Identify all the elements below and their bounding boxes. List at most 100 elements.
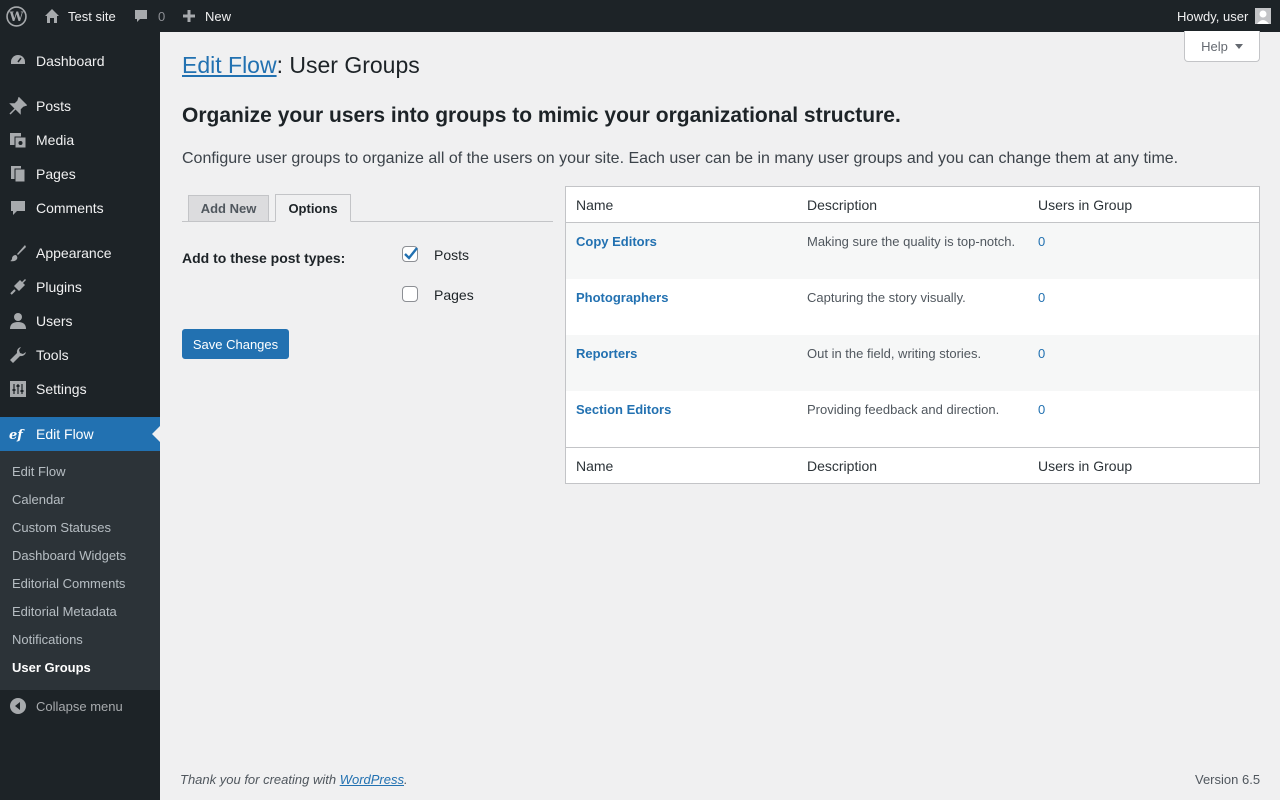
sidebar-item-label: Users <box>36 313 73 329</box>
group-name-link[interactable]: Section Editors <box>576 402 671 417</box>
group-user-count-link[interactable]: 0 <box>1038 346 1045 361</box>
pin-icon <box>9 97 27 115</box>
group-user-count-link[interactable]: 0 <box>1038 290 1045 305</box>
footer-thanks-text: Thank you for creating with <box>180 772 340 787</box>
footer-version: Version 6.5 <box>1195 772 1261 787</box>
group-description: Providing feedback and direction. <box>807 402 1000 417</box>
footer-thanks: Thank you for creating with WordPress. <box>180 772 408 787</box>
group-name-link[interactable]: Reporters <box>576 346 637 361</box>
sidebar-item-dashboard[interactable]: Dashboard <box>0 44 160 78</box>
sidebar-item-label: Media <box>36 132 75 148</box>
new-content-link[interactable]: New <box>182 0 231 32</box>
media-icon <box>10 133 27 149</box>
submenu-item-dashboard-widgets[interactable]: Dashboard Widgets <box>12 548 126 563</box>
page-title-rest: : User Groups <box>276 52 420 78</box>
sidebar-item-comments[interactable]: Comments <box>0 191 160 225</box>
tab-add-new[interactable]: Add New <box>188 195 269 222</box>
comment-icon <box>135 10 147 22</box>
group-name-link[interactable]: Photographers <box>576 290 668 305</box>
wordpress-link[interactable]: WordPress <box>340 772 404 787</box>
table-row: Section Editors Providing feedback and d… <box>566 391 1259 447</box>
sidebar-item-pages[interactable]: Pages <box>0 157 160 191</box>
user-groups-table: Name Description Users in Group Copy Edi… <box>565 186 1260 484</box>
edit-flow-title-link[interactable]: Edit Flow <box>182 52 277 78</box>
site-name-link[interactable]: Test site <box>44 0 116 32</box>
user-icon <box>10 313 26 329</box>
home-icon <box>45 9 59 23</box>
edit-flow-icon: ef <box>9 428 25 443</box>
paintbrush-icon <box>10 245 26 262</box>
post-types-label: Add to these post types: <box>182 250 346 266</box>
sidebar-item-label: Posts <box>36 98 72 114</box>
avatar <box>1255 8 1272 24</box>
submenu-item-notifications[interactable]: Notifications <box>12 632 83 647</box>
sidebar-item-users[interactable]: Users <box>0 304 160 338</box>
save-changes-button[interactable]: Save Changes <box>182 329 289 359</box>
column-footer-users: Users in Group <box>1038 458 1133 474</box>
group-name-link[interactable]: Copy Editors <box>576 234 657 249</box>
group-user-count-link[interactable]: 0 <box>1038 402 1045 417</box>
sidebar-item-posts[interactable]: Posts <box>0 89 160 123</box>
wrench-icon <box>10 347 26 363</box>
group-description: Out in the field, writing stories. <box>807 346 982 361</box>
help-tab-button[interactable]: Help <box>1184 31 1260 62</box>
collapse-menu-label: Collapse menu <box>36 698 123 714</box>
sidebar-item-label: Settings <box>36 381 87 397</box>
edit-flow-submenu: Edit Flow Calendar Custom Statuses Dashb… <box>0 451 160 690</box>
submenu-item-editorial-comments[interactable]: Editorial Comments <box>12 576 125 591</box>
submenu-item-user-groups[interactable]: User Groups <box>12 660 91 675</box>
wordpress-logo-icon[interactable]: W <box>6 0 27 32</box>
tab-options[interactable]: Options <box>275 194 351 222</box>
sidebar-item-appearance[interactable]: Appearance <box>0 236 160 270</box>
comment-icon <box>11 201 25 215</box>
column-header-description: Description <box>807 197 878 213</box>
site-name: Test site <box>68 8 116 24</box>
comments-link[interactable]: 0 <box>133 0 165 32</box>
page-title: Edit Flow: User Groups <box>182 52 420 79</box>
settings-icon <box>10 381 26 397</box>
collapse-arrow-icon <box>10 698 26 714</box>
sidebar-item-media[interactable]: Media <box>0 123 160 157</box>
sidebar-item-label: Dashboard <box>36 53 105 69</box>
column-header-users: Users in Group <box>1038 197 1133 213</box>
submenu-item-calendar[interactable]: Calendar <box>12 492 65 507</box>
help-label: Help <box>1201 38 1228 54</box>
posts-checkbox[interactable] <box>402 246 418 262</box>
submenu-item-custom-statuses[interactable]: Custom Statuses <box>12 520 111 535</box>
sidebar-item-settings[interactable]: Settings <box>0 372 160 406</box>
new-label: New <box>205 8 232 24</box>
sidebar-item-label: Tools <box>36 347 69 363</box>
submenu-item-edit-flow[interactable]: Edit Flow <box>12 464 65 479</box>
posts-checkbox-label[interactable]: Posts <box>434 247 469 263</box>
pages-checkbox[interactable] <box>402 286 418 302</box>
sidebar-item-plugins[interactable]: Plugins <box>0 270 160 304</box>
pages-icon <box>11 166 26 183</box>
column-footer-name: Name <box>576 458 614 474</box>
comments-count: 0 <box>158 8 166 24</box>
submenu-item-editorial-metadata[interactable]: Editorial Metadata <box>12 604 117 619</box>
table-row: Copy Editors Making sure the quality is … <box>566 223 1259 279</box>
footer-divider <box>566 447 1259 448</box>
account-menu[interactable]: Howdy, user <box>1177 0 1272 32</box>
collapse-menu-button[interactable]: Collapse menu <box>0 691 160 721</box>
plug-icon <box>10 279 26 295</box>
sidebar-item-tools[interactable]: Tools <box>0 338 160 372</box>
group-description: Making sure the quality is top-notch. <box>807 234 1016 249</box>
greeting: Howdy, user <box>1177 8 1249 24</box>
current-indicator-arrow <box>152 426 160 442</box>
sidebar-item-label: Comments <box>36 200 104 216</box>
admin-sidebar: Dashboard Posts Media Pages Comments App… <box>0 32 160 800</box>
sidebar-item-label: Appearance <box>36 245 112 261</box>
checkmark-icon <box>404 247 418 260</box>
sidebar-item-label: Pages <box>36 166 76 182</box>
section-heading: Organize your users into groups to mimic… <box>182 104 901 127</box>
intro-text: Configure user groups to organize all of… <box>182 150 1179 167</box>
dashboard-icon <box>11 55 25 64</box>
table-row: Photographers Capturing the story visual… <box>566 279 1259 335</box>
sidebar-item-edit-flow[interactable]: ef Edit Flow <box>0 417 160 451</box>
sidebar-item-label: Plugins <box>36 279 82 295</box>
group-description: Capturing the story visually. <box>807 290 966 305</box>
pages-checkbox-label[interactable]: Pages <box>434 287 474 303</box>
group-user-count-link[interactable]: 0 <box>1038 234 1045 249</box>
svg-text:ef: ef <box>9 428 25 443</box>
